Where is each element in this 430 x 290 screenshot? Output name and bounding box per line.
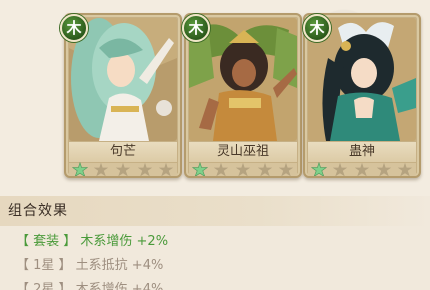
star-empty-icon xyxy=(257,162,272,176)
star-empty-icon xyxy=(137,162,152,176)
effect-2-star: 【 2星 】 木系增伤 +4% xyxy=(16,282,164,290)
wood-element-icon: 木 xyxy=(303,14,331,42)
star-empty-icon xyxy=(94,162,109,176)
combo-effect-title: 组合效果 xyxy=(0,196,430,226)
hero-name: 句芒 xyxy=(69,142,177,162)
star-empty-icon xyxy=(115,162,131,176)
star-filled-icon xyxy=(310,162,327,176)
star-empty-icon xyxy=(333,162,348,176)
effect-set-bonus: 【 套装 】 木系增伤 +2% xyxy=(16,234,169,249)
hero-card-row: 句芒 木 灵山巫祖 木 蛊神 木 xyxy=(0,0,430,190)
star-rating xyxy=(308,162,416,176)
star-empty-icon xyxy=(354,162,370,176)
star-empty-icon xyxy=(376,162,391,176)
star-filled-icon xyxy=(71,162,88,176)
star-empty-icon xyxy=(397,162,413,176)
hero-name: 蛊神 xyxy=(308,142,416,162)
hero-portrait xyxy=(69,18,177,141)
combo-effect-list: 【 套装 】 木系增伤 +2% 【 1星 】 土系抵抗 +4% 【 2星 】 木… xyxy=(0,226,430,290)
star-empty-icon xyxy=(235,162,251,176)
hero-name: 灵山巫祖 xyxy=(189,142,297,162)
star-rating xyxy=(69,162,177,176)
effect-1-star: 【 1星 】 土系抵抗 +4% xyxy=(16,258,164,273)
star-empty-icon xyxy=(214,162,229,176)
star-filled-icon xyxy=(191,162,208,176)
star-empty-icon xyxy=(278,162,294,176)
star-rating xyxy=(189,162,297,176)
wood-element-icon: 木 xyxy=(60,14,88,42)
wood-element-icon: 木 xyxy=(182,14,210,42)
star-empty-icon xyxy=(158,162,174,176)
